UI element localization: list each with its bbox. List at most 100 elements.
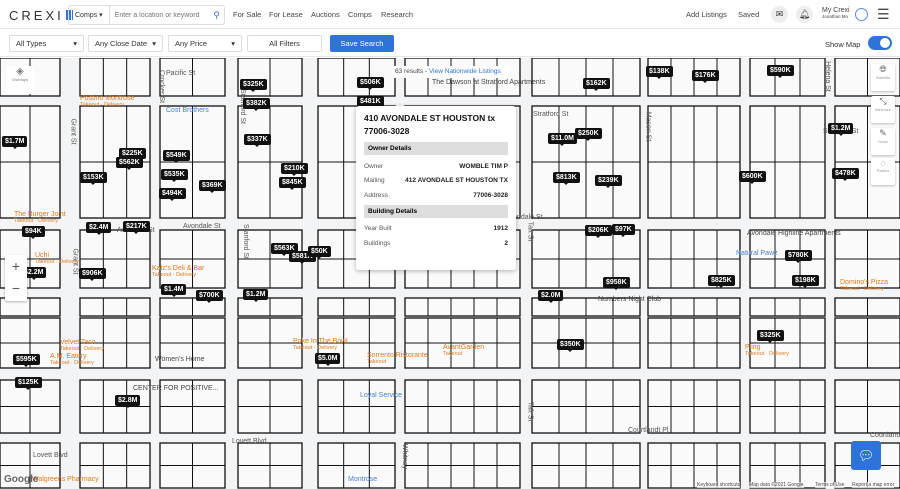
price-pin[interactable]: $217K <box>123 221 150 234</box>
add-listings-link[interactable]: Add Listings <box>686 10 727 19</box>
saved-link[interactable]: Saved <box>738 10 759 19</box>
poi-label[interactable]: CENTER FOR POSITIVE... <box>133 385 219 392</box>
mail-icon[interactable]: ✉ <box>771 6 788 23</box>
price-pin[interactable]: $494K <box>159 188 186 201</box>
poi-label[interactable]: AvantGarden Takeout <box>443 344 484 357</box>
price-pin[interactable]: $535K <box>161 169 188 182</box>
keyboard-shortcuts-link[interactable]: Keyboard shortcuts <box>697 482 741 488</box>
poi-label[interactable]: Sorrento Ristorante Takeout <box>367 352 428 365</box>
poi-label[interactable]: The Dawson at Stratford Apartments <box>432 79 545 86</box>
price-pin[interactable]: $138K <box>646 66 673 79</box>
zoom-in-button[interactable]: + <box>5 255 27 277</box>
price-pin[interactable]: $369K <box>199 180 226 193</box>
poi-label[interactable]: Women's Home <box>155 356 204 363</box>
avatar[interactable] <box>855 8 868 21</box>
poi-label[interactable]: A.M. Eatery Takeout · Delivery <box>50 353 94 366</box>
price-dropdown[interactable]: Any Price ▾ <box>168 35 242 52</box>
bell-icon[interactable]: 🔔︎ <box>796 6 813 23</box>
price-pin[interactable]: $350K <box>557 339 584 352</box>
close-date-dropdown[interactable]: Any Close Date ▾ <box>88 35 163 52</box>
chat-button[interactable]: 💬︎ <box>851 441 881 470</box>
poi-label[interactable]: Montrose <box>348 476 377 483</box>
search-mode-select[interactable]: Comps ▾ <box>69 6 110 24</box>
poi-label[interactable]: Velvet Taco Takeout · Delivery <box>60 339 104 352</box>
nav-comps[interactable]: Comps <box>348 10 372 19</box>
radius-button[interactable]: ◌ Radius <box>871 158 895 185</box>
poi-label[interactable]: Domino's Pizza Takeout · Delivery <box>840 279 888 292</box>
price-pin[interactable]: $250K <box>575 128 602 141</box>
nav-auctions[interactable]: Auctions <box>311 10 340 19</box>
my-crexi-menu[interactable]: My Crexi Jonathan Mo <box>822 7 850 19</box>
poi-label[interactable]: Cost Brothers <box>166 107 209 114</box>
poi-label[interactable]: Uchi Takeout · Delivery <box>35 252 79 265</box>
price-pin[interactable]: $162K <box>583 78 610 91</box>
price-pin[interactable]: $780K <box>785 250 812 263</box>
price-pin[interactable]: $198K <box>792 275 819 288</box>
price-pin[interactable]: $125K <box>15 377 42 390</box>
map[interactable]: Pacific StStratford StStratford StAvonda… <box>0 58 900 489</box>
price-pin[interactable]: $2.4M <box>86 222 112 235</box>
nav-research[interactable]: Research <box>381 10 413 19</box>
price-pin[interactable]: $595K <box>13 354 40 367</box>
price-pin[interactable]: $845K <box>279 177 306 190</box>
price-pin[interactable]: $206K <box>585 225 612 238</box>
price-pin[interactable]: $1.7M <box>2 136 28 149</box>
price-pin[interactable]: $478K <box>832 168 859 181</box>
price-pin[interactable]: $97K <box>612 224 635 237</box>
price-pin[interactable]: $239K <box>595 175 622 188</box>
poi-label[interactable]: Katz's Deli & Bar Takeout · Delivery <box>152 265 204 278</box>
price-pin[interactable]: $590K <box>767 65 794 78</box>
price-pin[interactable]: $153K <box>80 172 107 185</box>
zoom-out-button[interactable]: − <box>5 277 27 299</box>
crexi-logo[interactable]: CREXI <box>9 8 73 23</box>
poi-label[interactable]: Pling Takeout · Delivery <box>745 344 789 357</box>
price-pin[interactable]: $562K <box>116 157 143 170</box>
types-dropdown[interactable]: All Types ▾ <box>9 35 84 52</box>
nationwide-listings-link[interactable]: View Nationwide Listings <box>429 68 501 75</box>
poi-label[interactable]: Natural Pawz <box>736 250 778 257</box>
price-pin[interactable]: $1.2M <box>828 123 854 136</box>
price-pin[interactable]: $11.0M <box>548 133 577 146</box>
nav-for-sale[interactable]: For Sale <box>233 10 261 19</box>
poi-label[interactable]: The Burger Joint Takeout · Delivery <box>14 211 66 224</box>
nav-for-lease[interactable]: For Lease <box>269 10 303 19</box>
price-pin[interactable]: $1.2M <box>243 289 269 302</box>
price-pin[interactable]: $700K <box>196 290 223 303</box>
save-search-button[interactable]: Save Search <box>330 35 394 52</box>
price-pin[interactable]: $825K <box>708 275 735 288</box>
search-icon[interactable]: ⚲ <box>213 10 224 21</box>
report-error-link[interactable]: Report a map error <box>852 482 895 488</box>
poi-label[interactable]: Loyal Service <box>360 392 402 399</box>
poi-label[interactable]: Postino Montrose Takeout · Delivery <box>80 95 134 108</box>
price-pin[interactable]: $506K <box>357 77 384 90</box>
terms-link[interactable]: Terms of Use <box>815 482 845 488</box>
price-pin[interactable]: $382K <box>243 98 270 111</box>
price-pin[interactable]: $600K <box>739 171 766 184</box>
price-pin[interactable]: $337K <box>244 134 271 147</box>
minimize-button[interactable]: ⤡ Minimize <box>871 96 895 123</box>
price-pin[interactable]: $210K <box>281 163 308 176</box>
price-pin[interactable]: $2.0M <box>538 290 564 303</box>
price-pin[interactable]: $94K <box>22 226 45 239</box>
price-pin[interactable]: $176K <box>692 70 719 83</box>
satellite-button[interactable]: 🌐︎ Satellite <box>871 64 895 91</box>
price-pin[interactable]: $2.8M <box>115 395 141 408</box>
price-pin[interactable]: $325K <box>240 79 267 92</box>
all-filters-button[interactable]: All Filters <box>247 35 322 52</box>
hamburger-menu-icon[interactable]: ☰ <box>877 6 890 23</box>
price-pin[interactable]: $1.4M <box>161 284 187 297</box>
price-pin[interactable]: $325K <box>757 330 784 343</box>
price-pin[interactable]: $5.0M <box>315 353 341 366</box>
price-pin[interactable]: $813K <box>553 172 580 185</box>
price-pin[interactable]: $958K <box>603 277 630 290</box>
draw-button[interactable]: ✎ Draw <box>871 128 895 155</box>
poi-label[interactable]: Numbers Night Club <box>598 296 661 303</box>
search-input[interactable] <box>109 11 214 19</box>
price-pin[interactable]: $50K <box>308 246 331 259</box>
price-pin[interactable]: $549K <box>163 150 190 163</box>
price-pin[interactable]: $906K <box>79 268 106 281</box>
poi-label[interactable]: Avondale Highline Apartments <box>747 230 841 237</box>
poi-label[interactable]: Walgreens Pharmacy <box>32 476 99 483</box>
overlays-button[interactable]: ◈ Overlays <box>6 66 34 94</box>
poi-label[interactable]: Poke In The Bowl Takeout · Delivery <box>293 338 348 351</box>
